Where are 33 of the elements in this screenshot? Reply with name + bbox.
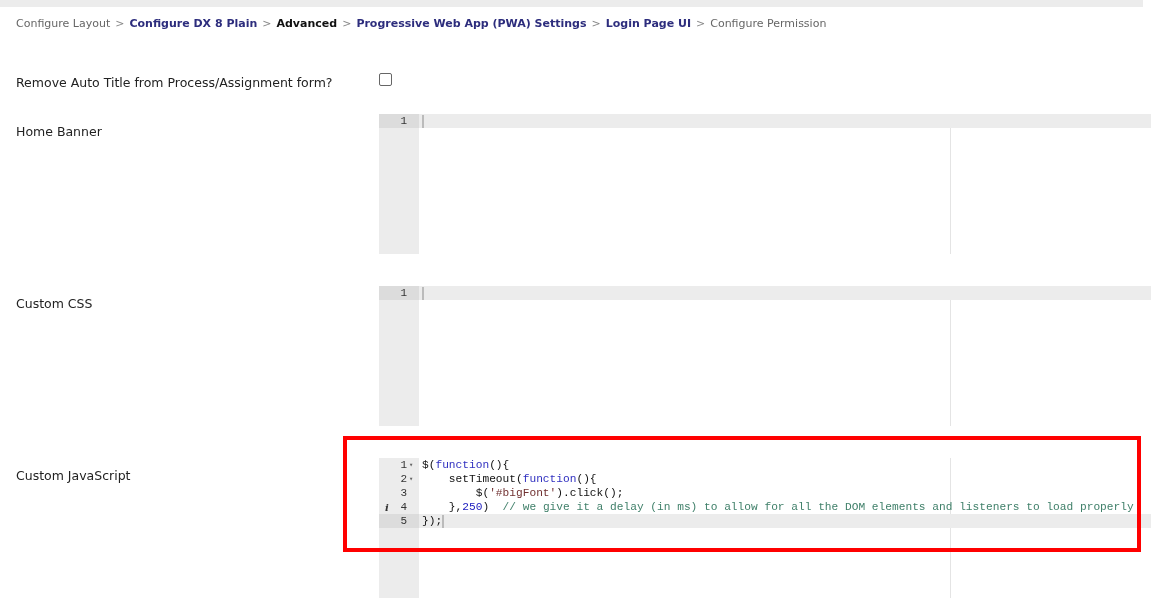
breadcrumb-separator: >: [696, 16, 706, 30]
line-number: 5: [400, 515, 408, 527]
breadcrumb-item: Configure Layout: [16, 16, 111, 30]
line-number: 1: [400, 287, 408, 299]
breadcrumb-item: Configure Permission: [710, 16, 827, 30]
code-editor[interactable]: 1: [379, 114, 1151, 254]
text-cursor: [422, 114, 424, 128]
code-editor[interactable]: 1: [379, 286, 1151, 426]
breadcrumb-link[interactable]: Login Page UI: [605, 16, 691, 30]
info-marker: i: [385, 501, 389, 513]
text-cursor: [422, 286, 424, 300]
breadcrumb-item: Advanced: [276, 16, 338, 30]
text-cursor: [442, 514, 445, 528]
line-number: 2: [400, 473, 408, 485]
breadcrumb-separator: >: [115, 16, 125, 30]
breadcrumb-separator: >: [262, 16, 272, 30]
field-label: Custom CSS: [15, 295, 94, 313]
field-label: Remove Auto Title from Process/Assignment form?: [15, 75, 334, 90]
line-number: 3: [400, 487, 408, 499]
code-line: },250) // we give it a delay (in ms) to allow for all the DOM elements and listeners to load properly: [447, 500, 1135, 514]
line-number: 1: [400, 115, 408, 127]
code-line: $(function(){: [421, 458, 511, 472]
field-label: Home Banner: [15, 123, 103, 141]
breadcrumb-separator: >: [591, 16, 601, 30]
checkbox[interactable]: [379, 72, 392, 86]
breadcrumb-link[interactable]: Progressive Web App (PWA) Settings: [356, 16, 587, 30]
code-line: $('#bigFont').click();: [474, 486, 625, 500]
field-label: Custom JavaScript: [15, 467, 132, 485]
breadcrumb-link[interactable]: Configure DX 8 Plain: [129, 16, 258, 30]
line-number: 4: [400, 501, 408, 513]
breadcrumb-separator: >: [342, 16, 352, 30]
line-number: 1: [400, 459, 408, 471]
code-line: setTimeout(function(){: [447, 472, 598, 486]
